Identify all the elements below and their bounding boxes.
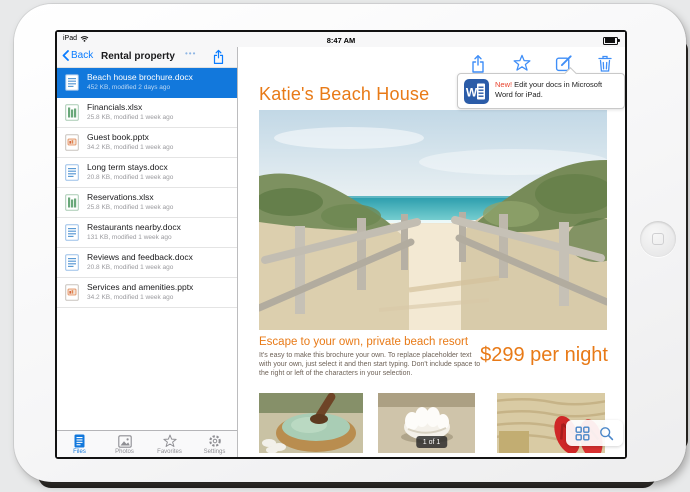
word-doc-icon (65, 164, 79, 181)
ipad-screen: iPad 8:47 AM Back Rental property ••• (55, 30, 627, 459)
file-list: Beach house brochure.docx 452 KB, modifi… (57, 68, 237, 308)
word-doc-icon (65, 74, 79, 91)
favorite-star-icon (513, 54, 531, 72)
file-row-guest-book[interactable]: Guest book.pptx 34.2 KB, modified 1 week… (57, 128, 237, 158)
home-button[interactable] (640, 221, 676, 257)
nav-bar: Back Rental property ••• (57, 47, 237, 68)
page-background: iPad 8:47 AM Back Rental property ••• (0, 0, 690, 492)
search-icon[interactable] (599, 426, 614, 441)
share-icon (212, 49, 225, 65)
file-row-financials[interactable]: Financials.xlsx 25.8 KB, modified 1 week… (57, 98, 237, 128)
callout-message: New! Edit your docs in Microsoft Word fo… (495, 80, 617, 99)
page-indicator: 1 of 1 (416, 436, 448, 448)
word-promo-callout[interactable]: W New! Edit your docs in Microsoft Word … (457, 73, 625, 109)
tab-favorites[interactable]: Favorites (147, 431, 192, 457)
svg-text:W: W (466, 86, 478, 100)
excel-doc-icon (65, 194, 79, 211)
share-icon (470, 54, 486, 74)
tab-settings[interactable]: Settings (192, 431, 237, 457)
file-row-reservations[interactable]: Reservations.xlsx 25.8 KB, modified 1 we… (57, 188, 237, 218)
more-options-button[interactable]: ••• (185, 49, 196, 58)
word-doc-icon (65, 224, 79, 241)
tab-photos[interactable]: Photos (102, 431, 147, 457)
clock: 8:47 AM (57, 36, 625, 45)
beach-path-photo (259, 110, 607, 330)
tab-label: Settings (204, 449, 226, 455)
tab-files[interactable]: Files (57, 431, 102, 457)
view-actions-pill (566, 420, 623, 446)
file-row-restaurants-nearby[interactable]: Restaurants nearby.docx 131 KB, modified… (57, 218, 237, 248)
grid-view-icon[interactable] (575, 426, 590, 441)
file-browser-panel: Back Rental property ••• (57, 47, 238, 457)
trash-icon (597, 54, 613, 73)
tab-bar: Files Photos Favorites Settings (57, 430, 237, 457)
document-subheading: Escape to your own, private beach resort (259, 336, 468, 348)
gear-icon (208, 434, 222, 448)
document-body-text: It's easy to make this brochure your own… (259, 351, 481, 378)
price-text: $299 per night (478, 344, 608, 367)
back-label: Back (71, 50, 93, 61)
document-title: Katie's Beach House (259, 84, 429, 105)
battery-icon (603, 37, 618, 45)
back-button[interactable]: Back (62, 50, 93, 61)
file-row-services-amenities[interactable]: Services and amenities.pptx 34.2 KB, mod… (57, 278, 237, 308)
tab-label: Favorites (157, 449, 182, 455)
back-chevron-icon (62, 50, 69, 61)
powerpoint-doc-icon (65, 284, 79, 301)
microsoft-word-icon: W (464, 79, 489, 104)
file-row-long-term-stays[interactable]: Long term stays.docx 20.8 KB, modified 1… (57, 158, 237, 188)
photos-icon (118, 435, 132, 448)
star-icon (163, 434, 177, 448)
excel-doc-icon (65, 104, 79, 121)
word-doc-icon (65, 254, 79, 271)
folder-share-button[interactable] (212, 49, 225, 70)
powerpoint-doc-icon (65, 134, 79, 151)
salt-bowl-photo (259, 393, 363, 453)
files-icon (73, 434, 86, 448)
tab-label: Photos (115, 449, 134, 455)
new-badge: New! (495, 80, 512, 89)
file-row-beach-house-brochure[interactable]: Beach house brochure.docx 452 KB, modifi… (57, 68, 237, 98)
status-bar: iPad 8:47 AM (57, 32, 625, 47)
tab-label: Files (73, 449, 86, 455)
document-preview-pane: W New! Edit your docs in Microsoft Word … (238, 47, 625, 457)
folder-title: Rental property (101, 51, 175, 62)
file-row-reviews-feedback[interactable]: Reviews and feedback.docx 20.8 KB, modif… (57, 248, 237, 278)
